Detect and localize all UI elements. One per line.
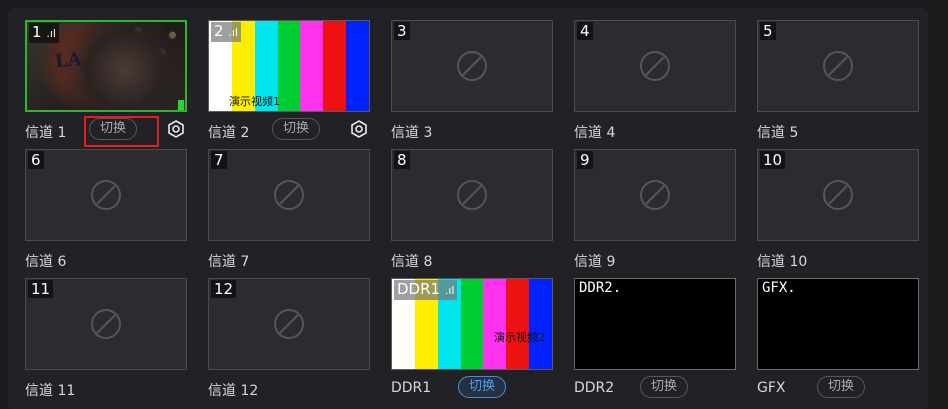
no-signal-icon (91, 180, 121, 210)
channel-3-preview[interactable]: 3 (391, 20, 553, 112)
no-signal-icon (823, 51, 853, 81)
channel-number: 4 (577, 22, 593, 40)
no-signal-icon (640, 180, 670, 210)
channel-number: 12 (211, 280, 237, 298)
channel-label: 信道 12 (208, 383, 259, 399)
channel-9-preview[interactable]: 9 (574, 149, 736, 241)
channel-number: 6 (28, 151, 44, 169)
channel-number: 3 (394, 22, 410, 40)
channel-label: 信道 11 (25, 383, 76, 399)
audio-level-meter (178, 100, 184, 110)
no-signal-icon (640, 51, 670, 81)
channel-number: 8 (394, 151, 410, 169)
ddr1-preview[interactable]: DDR1 .ıl 演示视频2 (391, 278, 553, 370)
channel-7-preview[interactable]: 7 (208, 149, 370, 241)
settings-icon[interactable] (350, 120, 368, 138)
channel-number: 5 (760, 22, 776, 40)
no-signal-icon (457, 180, 487, 210)
channel-8-preview[interactable]: 8 (391, 149, 553, 241)
channel-10-preview[interactable]: 10 (757, 149, 919, 241)
channel-label: 信道 4 (574, 125, 616, 141)
no-signal-icon (274, 309, 304, 339)
switch-button[interactable]: 切换 (272, 118, 321, 140)
switch-button[interactable]: 切换 (817, 376, 866, 398)
channel-1-preview[interactable]: LA 1 .ıl (25, 20, 187, 112)
channel-label: 信道 10 (757, 254, 808, 270)
channel-label: 信道 6 (25, 254, 67, 270)
channel-5-preview[interactable]: 5 (757, 20, 919, 112)
channel-number: 9 (577, 151, 593, 169)
channel-number: 1 .ıl (29, 23, 59, 43)
no-signal-icon (457, 51, 487, 81)
channel-4-preview[interactable]: 4 (574, 20, 736, 112)
channel-label: 信道 5 (757, 125, 799, 141)
channel-11-preview[interactable]: 11 (25, 278, 187, 370)
no-signal-icon (91, 309, 121, 339)
channel-number: 11 (28, 280, 54, 298)
channel-label: 信道 9 (574, 254, 616, 270)
channel-label: 信道 7 (208, 254, 250, 270)
channel-6-preview[interactable]: 6 (25, 149, 187, 241)
channel-number: 7 (211, 151, 227, 169)
no-signal-icon (823, 180, 853, 210)
channel-label: DDR2 (574, 380, 615, 396)
channel-label: 信道 8 (391, 254, 433, 270)
channel-label: DDR1 (391, 380, 432, 396)
channel-label: 信道 3 (391, 125, 433, 141)
channel-label: 信道 2 (208, 125, 250, 141)
channel-2-preview[interactable]: 2 .ıl 演示视频1 (208, 20, 370, 112)
switch-button[interactable]: 切换 (640, 376, 689, 398)
no-signal-icon (274, 180, 304, 210)
channel-number: 10 (760, 151, 786, 169)
channel-12-preview[interactable]: 12 (208, 278, 370, 370)
video-caption: 演示视频2 (494, 331, 545, 344)
gfx-preview[interactable]: GFX. (757, 278, 919, 370)
switch-button[interactable]: 切换 (458, 376, 507, 398)
channel-number: 2 .ıl (211, 22, 241, 42)
channel-number: DDR1 .ıl (394, 280, 458, 300)
settings-icon[interactable] (167, 120, 185, 138)
video-caption: 演示视频1 (229, 95, 280, 108)
screen-text: DDR2. (579, 280, 622, 296)
screen-text: GFX. (762, 280, 796, 296)
ddr2-preview[interactable]: DDR2. (574, 278, 736, 370)
highlight-box (84, 116, 159, 147)
channel-label: 信道 1 (25, 125, 67, 141)
channel-label: GFX (757, 380, 786, 396)
